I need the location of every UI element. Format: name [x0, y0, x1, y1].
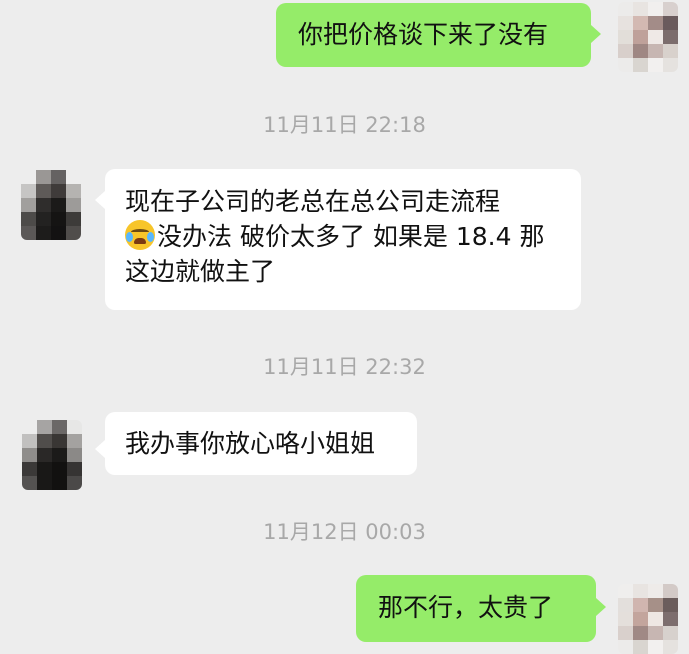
- received-message-line-3: 这边就做主了: [125, 257, 276, 286]
- sent-bubble-tail: [591, 25, 601, 43]
- timestamp: 11月11日 22:32: [263, 355, 426, 379]
- received-bubble-tail: [95, 191, 105, 209]
- received-message-line-2-text: 没办法 破价太多了 如果是 18.4 那: [157, 222, 545, 251]
- received-message-bubble[interactable]: 现在子公司的老总在总公司走流程 没办法 破价太多了 如果是 18.4 那 这边就…: [105, 169, 581, 310]
- received-message-line-1: 现在子公司的老总在总公司走流程: [125, 187, 501, 216]
- sent-message-text: 那不行，太贵了: [378, 593, 554, 622]
- contact-avatar[interactable]: [22, 420, 82, 490]
- received-message-line-2: 没办法 破价太多了 如果是 18.4 那: [125, 219, 581, 254]
- timestamp: 11月11日 22:18: [263, 113, 426, 137]
- user-avatar-bottom[interactable]: [618, 584, 678, 654]
- tear-left-icon: [126, 232, 133, 242]
- sent-message-bubble[interactable]: 那不行，太贵了: [356, 575, 596, 642]
- received-message-bubble[interactable]: 我办事你放心咯小姐姐: [105, 412, 417, 475]
- sent-bubble-tail: [596, 598, 606, 616]
- received-bubble-tail: [95, 440, 105, 458]
- timestamp: 11月12日 00:03: [263, 520, 426, 544]
- sent-message-text: 你把价格谈下来了没有: [298, 20, 549, 49]
- sent-message-bubble[interactable]: 你把价格谈下来了没有: [276, 3, 591, 67]
- contact-avatar[interactable]: [21, 170, 81, 240]
- received-message-text: 我办事你放心咯小姐姐: [125, 429, 376, 458]
- crying-laughing-emoji-icon: [125, 220, 155, 250]
- tear-right-icon: [147, 232, 154, 242]
- user-avatar-top[interactable]: [618, 2, 678, 72]
